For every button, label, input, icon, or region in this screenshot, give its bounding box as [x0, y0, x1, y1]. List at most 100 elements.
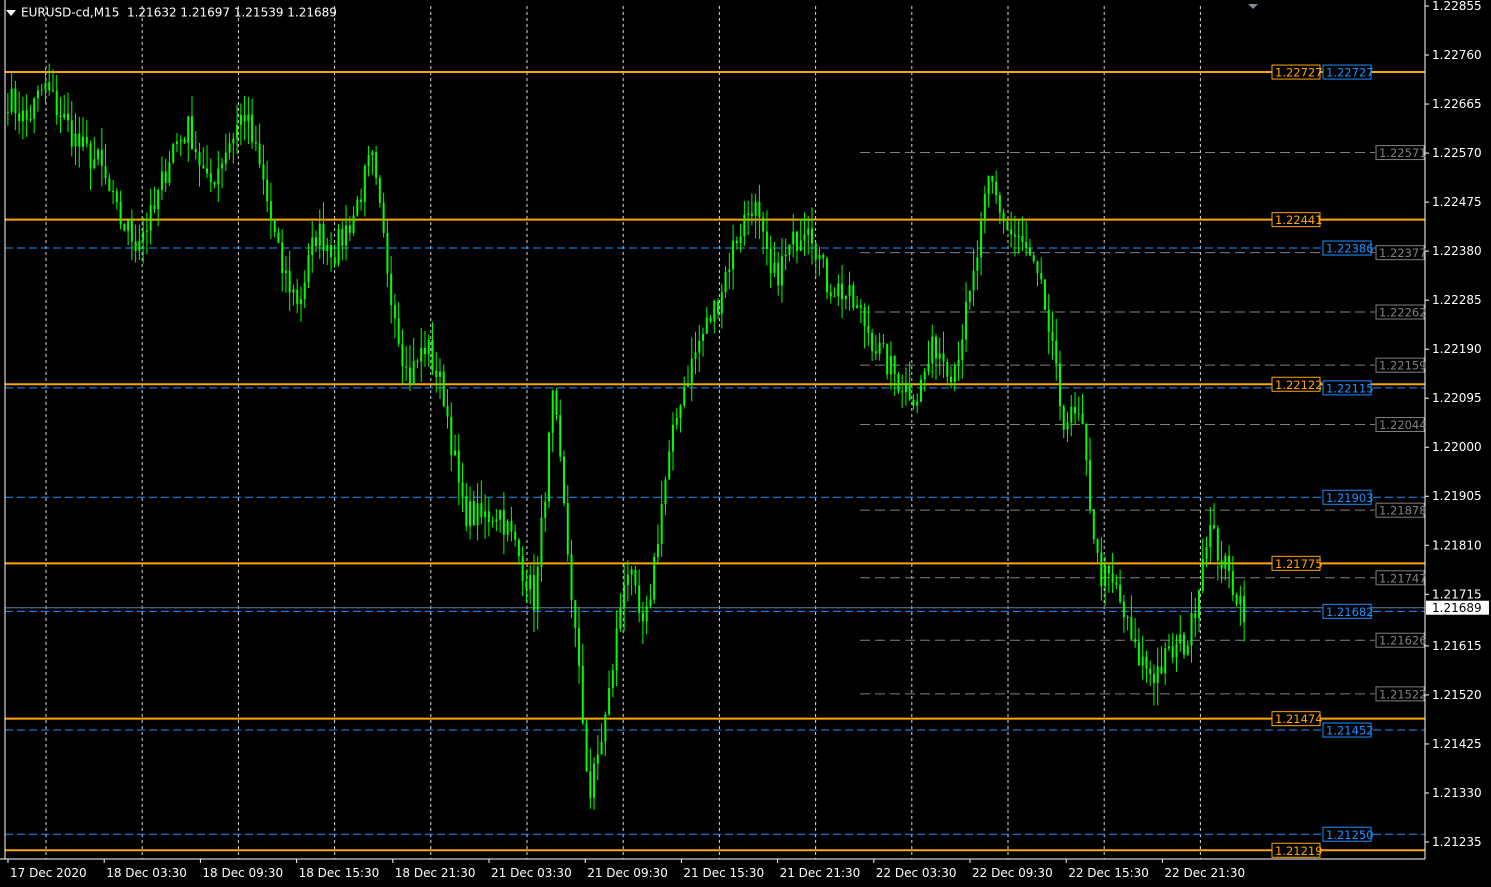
candle-body [574, 600, 577, 628]
candle-body [1152, 674, 1155, 684]
candle-body [901, 391, 904, 393]
candle-body [262, 164, 265, 180]
candle-body [191, 116, 193, 149]
candle-body [1043, 279, 1046, 310]
candle-body [844, 296, 847, 300]
symbol-label: EURUSD-cd,M15 [21, 5, 120, 20]
candle-body [33, 98, 36, 119]
candle-body [904, 383, 907, 393]
candle-body [115, 191, 118, 203]
candle-body [544, 501, 547, 518]
candle-body [1059, 363, 1061, 407]
candle-body [878, 343, 881, 354]
candle-body [40, 89, 43, 91]
collapse-triangle-icon[interactable] [6, 9, 16, 16]
candle-body [217, 168, 220, 185]
candle-body [326, 245, 329, 252]
candle-body [82, 136, 85, 147]
candle-body [416, 361, 419, 363]
candle-body [1167, 646, 1170, 649]
candle-body [48, 82, 51, 91]
price-chart[interactable]: 1.22855 1.22760 1.22665 1.22570 1.22475 1.223… [0, 0, 1491, 887]
candle-body [63, 113, 66, 118]
candle-body [690, 358, 693, 385]
candle-body [1122, 601, 1125, 618]
gray-level-label: 1.21878 [1379, 504, 1427, 518]
candle-body [363, 165, 366, 202]
candle-body [209, 173, 212, 183]
gray-level-label: 1.21522 [1379, 687, 1427, 701]
candle-body [157, 189, 160, 210]
candle-body [653, 557, 656, 600]
orange-level-label: 1.21775 [1275, 557, 1323, 571]
candle-body [856, 305, 859, 308]
candle-body [333, 257, 336, 264]
candle-body [938, 353, 941, 359]
candle-body [243, 114, 246, 122]
candle-body [269, 201, 272, 220]
gray-level-label: 1.22262 [1379, 306, 1427, 320]
candle-body [739, 236, 742, 244]
candle-body [352, 215, 355, 233]
candle-body [1100, 552, 1103, 587]
candle-body [837, 283, 840, 297]
candle-body [89, 143, 92, 169]
candle-body [6, 111, 9, 113]
candle-body [1198, 590, 1201, 619]
price-tick-label: 1.21520 [1432, 688, 1482, 702]
candle-body [514, 531, 517, 540]
candle-body [968, 290, 971, 303]
candle-body [758, 201, 761, 218]
candle-body [626, 574, 629, 586]
candle-body [51, 90, 54, 92]
orange-level-label: 1.22441 [1275, 213, 1323, 227]
candle-body [1010, 229, 1013, 235]
candle-body [10, 88, 13, 112]
time-tick-label: 22 Dec 03:30 [876, 866, 957, 880]
candle-body [55, 91, 58, 116]
candle-body [506, 521, 509, 535]
candle-body [1070, 406, 1073, 423]
candle-body [145, 230, 148, 232]
candle-body [1231, 571, 1234, 595]
candle-body [499, 510, 502, 520]
candle-body [427, 339, 430, 355]
blue-level-label: 1.21903 [1326, 491, 1374, 505]
candle-body [897, 374, 900, 392]
candle-body [570, 554, 573, 601]
candle-body [1077, 413, 1080, 415]
candle-body [1085, 424, 1088, 461]
gray-level-label: 1.21747 [1379, 571, 1427, 585]
candle-body [972, 270, 975, 291]
candle-body [1235, 594, 1238, 605]
candle-body [532, 575, 535, 611]
candle-body [957, 359, 960, 366]
time-tick-label: 18 Dec 21:30 [395, 866, 476, 880]
candle-body [1243, 595, 1246, 623]
time-tick-label: 22 Dec 09:30 [972, 866, 1053, 880]
candle-body [908, 383, 911, 400]
candle-body [1002, 212, 1005, 222]
candle-body [585, 723, 588, 772]
price-tick-label: 1.21615 [1432, 639, 1482, 653]
candle-body [341, 228, 344, 246]
candle-body [1104, 565, 1107, 587]
candle-body [70, 120, 73, 147]
candle-body [826, 258, 829, 293]
candle-body [164, 171, 167, 183]
orange-level-label: 1.22727 [1275, 66, 1323, 80]
candle-body [469, 501, 472, 527]
candle-body [401, 343, 404, 367]
candle-body [656, 543, 659, 558]
candle-body [1175, 643, 1178, 658]
candle-body [228, 143, 231, 153]
candle-body [604, 714, 607, 742]
candle-body [889, 355, 892, 375]
candle-body [1115, 582, 1118, 585]
candle-body [671, 424, 674, 452]
candle-body [123, 224, 126, 231]
candle-body [822, 254, 825, 259]
candle-body [660, 503, 663, 544]
blue-level-label: 1.21682 [1326, 605, 1374, 619]
candle-body [946, 361, 949, 377]
